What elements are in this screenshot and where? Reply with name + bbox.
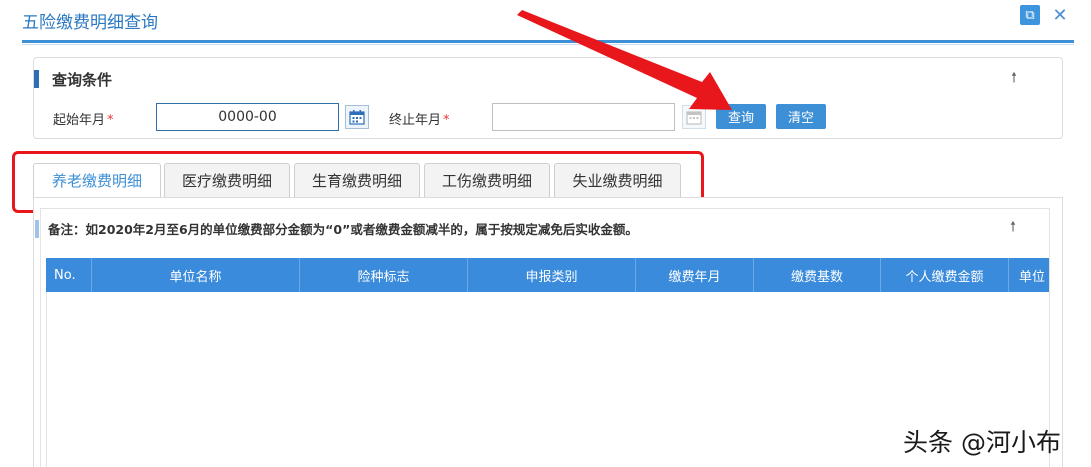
watermark: 头条 @河小布: [903, 428, 1061, 457]
annotation-arrow: [517, 10, 732, 110]
annotation-arrow-shape: [517, 10, 732, 110]
